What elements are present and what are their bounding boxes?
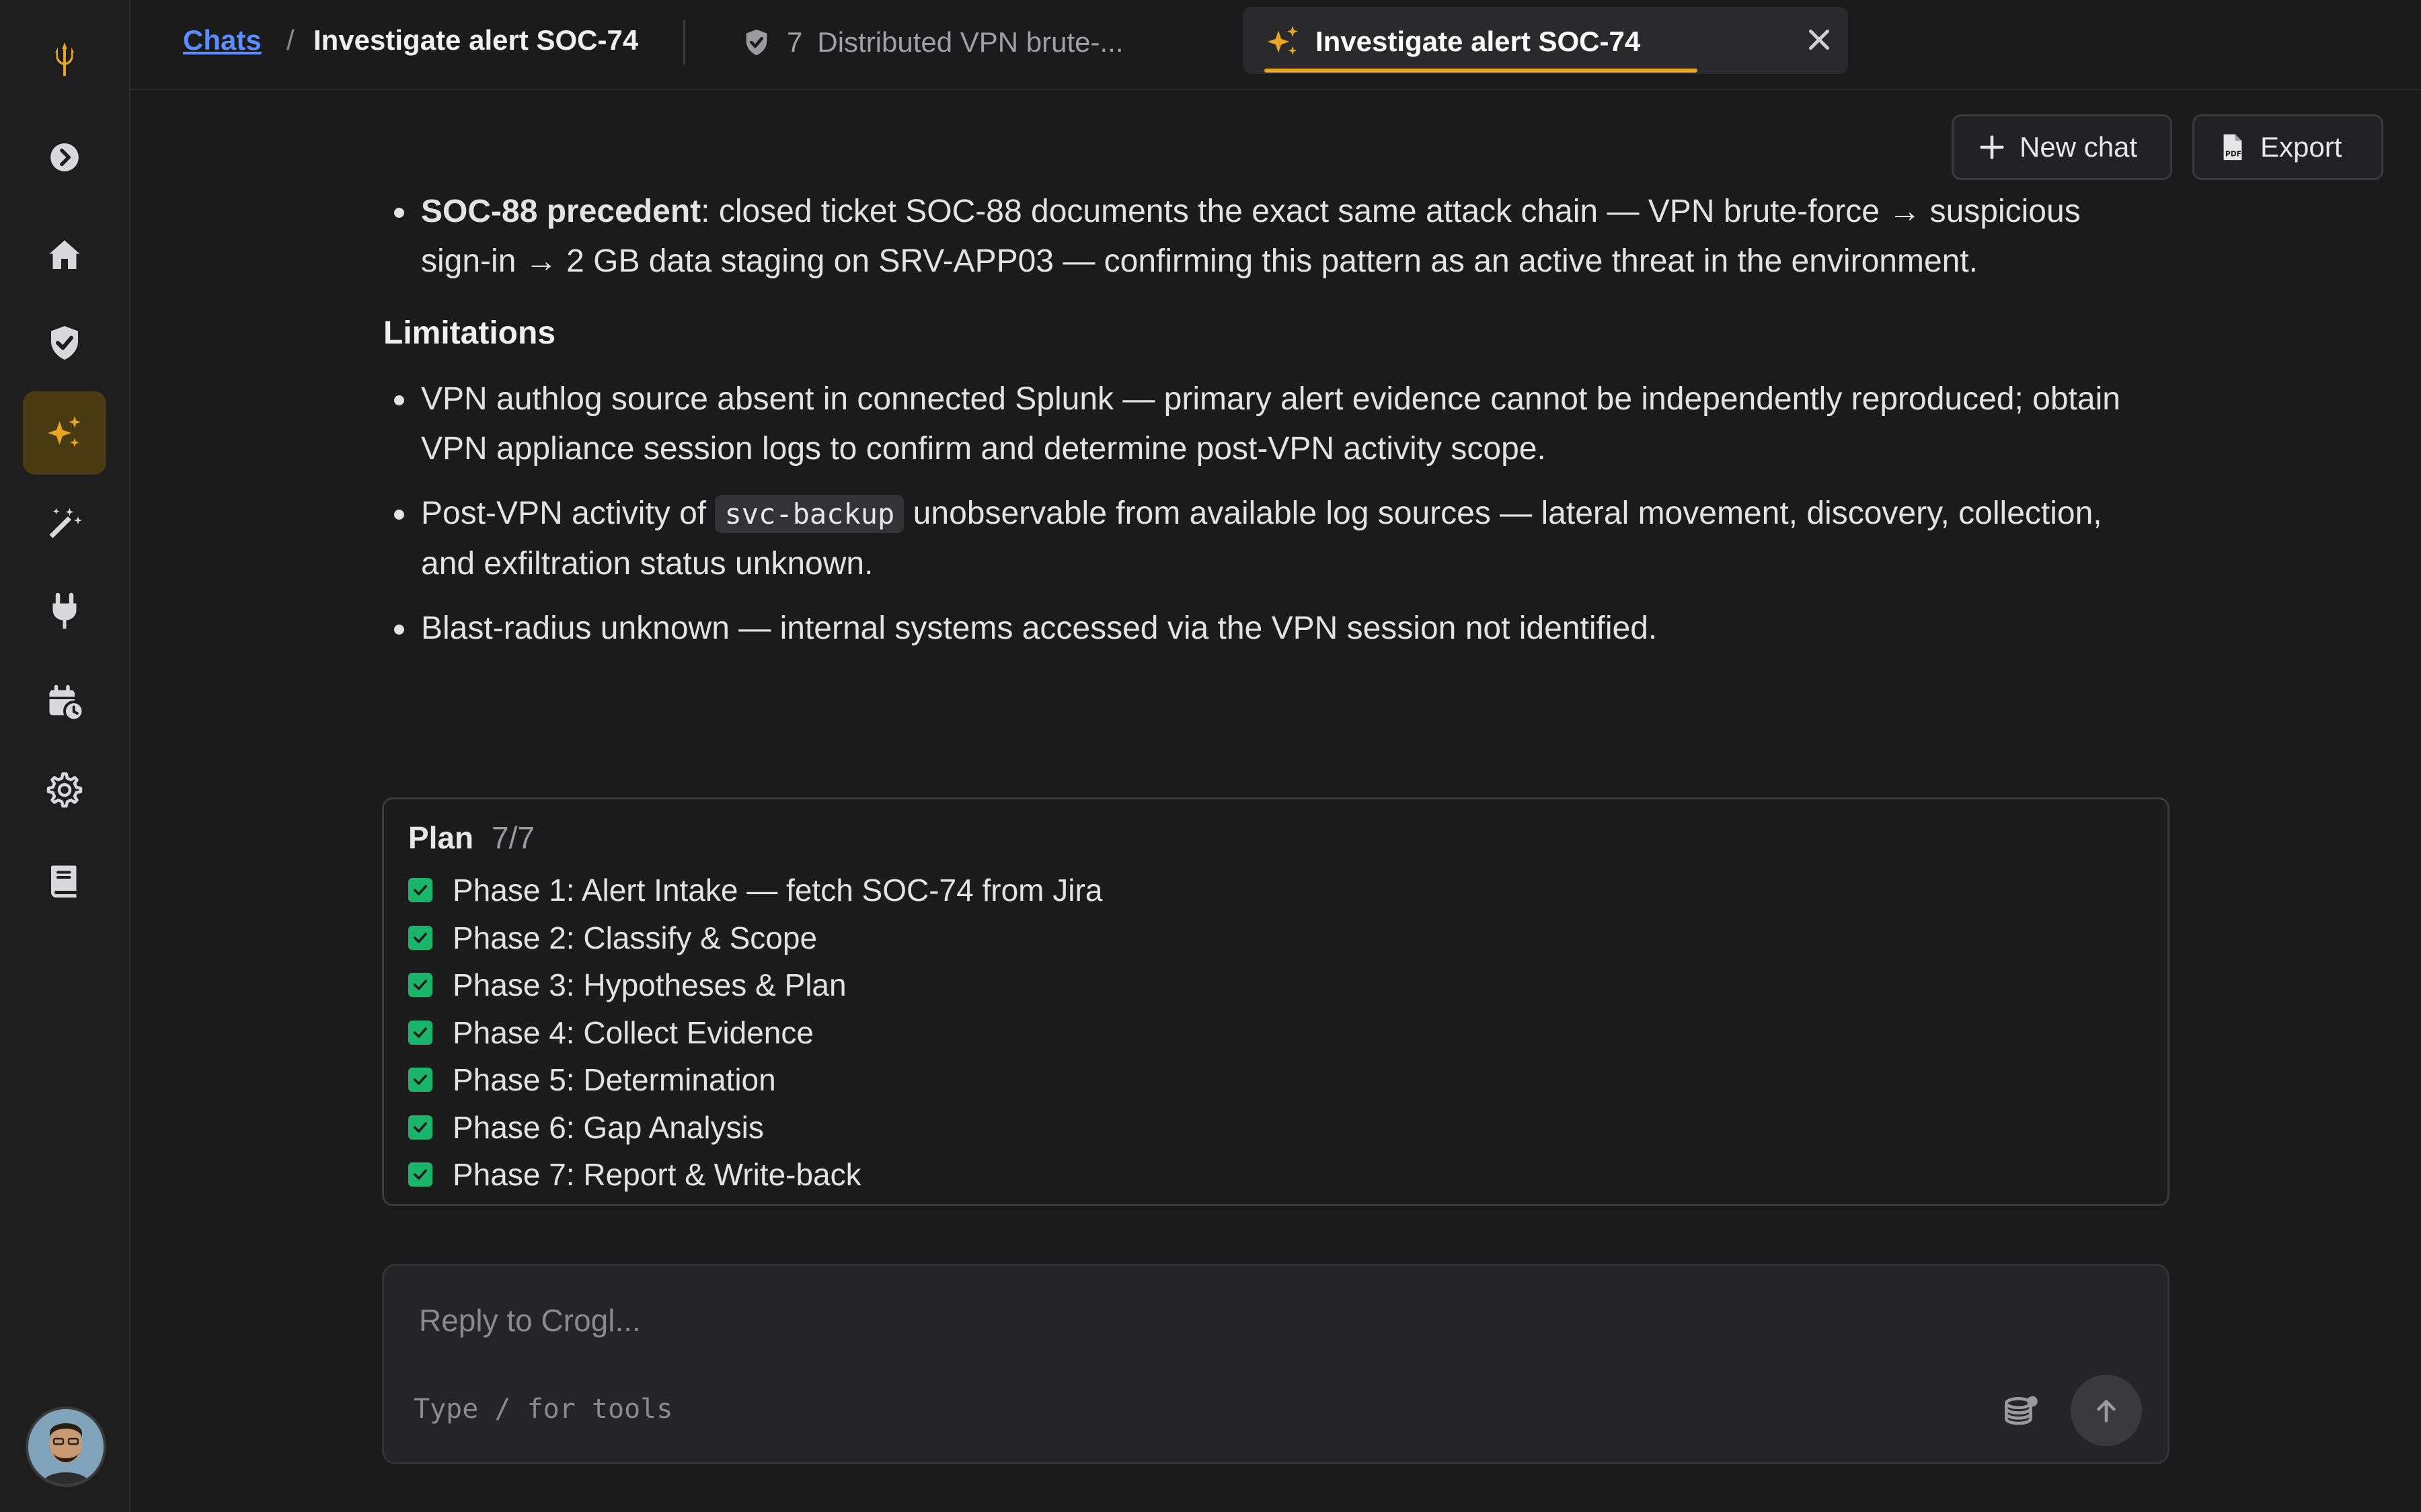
gear-icon xyxy=(46,772,83,808)
magic-wand-icon xyxy=(49,508,82,539)
bullet-bold-term: SOC-88 precedent xyxy=(421,194,701,229)
tab-investigate-active[interactable]: Investigate alert SOC-74 xyxy=(1243,7,1848,74)
export-label: Export xyxy=(2260,131,2342,163)
breadcrumb-chats-link[interactable]: Chats xyxy=(183,24,262,56)
tab-alert-label: Distributed VPN brute-... xyxy=(817,26,1124,58)
arrow-up-icon xyxy=(2097,1400,2116,1423)
checkbox-checked-icon[interactable] xyxy=(408,1068,432,1092)
sidebar-item-home[interactable] xyxy=(23,214,106,297)
sparkles-icon xyxy=(48,416,81,447)
active-tab-indicator xyxy=(1264,69,1697,73)
reply-input[interactable] xyxy=(418,1293,1900,1348)
message-content: SOC-88 precedent: closed ticket SOC-88 d… xyxy=(383,182,2159,653)
section-heading: Limitations xyxy=(383,315,556,351)
plan-item-label: Phase 7: Report & Write-back xyxy=(453,1157,861,1193)
svg-text:PDF: PDF xyxy=(2225,149,2241,158)
new-chat-button[interactable]: New chat xyxy=(1952,114,2172,180)
tab-investigate-label: Investigate alert SOC-74 xyxy=(1315,26,1641,57)
plan-item-label: Phase 6: Gap Analysis xyxy=(453,1109,764,1145)
top-bar: Chats / Investigate alert SOC-74 7 Distr… xyxy=(130,0,2421,90)
chevron-right-circle-icon xyxy=(50,143,79,171)
checkbox-checked-icon[interactable] xyxy=(408,925,432,950)
plus-icon xyxy=(1980,135,2004,159)
plan-item: Phase 4: Collect Evidence xyxy=(408,1009,1102,1057)
list-item: SOC-88 precedent: closed ticket SOC-88 d… xyxy=(383,187,2159,286)
checkbox-checked-icon[interactable] xyxy=(408,1162,432,1187)
sidebar-item-schedule[interactable] xyxy=(23,660,106,744)
sidebar-item-security[interactable] xyxy=(23,301,106,385)
home-icon xyxy=(49,240,80,269)
checkbox-checked-icon[interactable] xyxy=(408,973,432,998)
plan-item-label: Phase 3: Hypotheses & Plan xyxy=(453,967,847,1003)
user-avatar-icon xyxy=(28,1409,104,1484)
trident-logo-icon xyxy=(55,42,74,76)
list-item: Post-VPN activity of svc-backup unobserv… xyxy=(383,489,2159,589)
plan-panel: Plan 7/7 Phase 1: Alert Intake — fetch S… xyxy=(382,797,2169,1206)
breadcrumb-current: Investigate alert SOC-74 xyxy=(313,24,639,56)
plan-item-label: Phase 2: Classify & Scope xyxy=(453,920,818,955)
tools-hint: Type / for tools xyxy=(414,1394,673,1425)
shield-check-icon xyxy=(746,29,767,56)
sidebar-expand[interactable] xyxy=(23,116,106,199)
sparkles-icon xyxy=(1267,26,1299,55)
checkbox-checked-icon[interactable] xyxy=(408,878,432,903)
new-chat-label: New chat xyxy=(2020,131,2138,163)
app-logo[interactable] xyxy=(23,17,106,101)
close-icon[interactable] xyxy=(1802,23,1836,56)
plan-title: Plan xyxy=(408,820,474,855)
breadcrumb-separator: / xyxy=(286,24,295,56)
plan-progress: 7/7 xyxy=(492,820,535,855)
plan-item: Phase 2: Classify & Scope xyxy=(408,914,1102,962)
tab-alert[interactable]: 7 Distributed VPN brute-... xyxy=(741,19,1124,66)
list-item: VPN authlog source absent in connected S… xyxy=(383,374,2159,474)
plan-item: Phase 1: Alert Intake — fetch SOC-74 fro… xyxy=(408,867,1102,914)
plan-item-label: Phase 1: Alert Intake — fetch SOC-74 fro… xyxy=(453,873,1103,908)
bullet-text: Post-VPN activity of xyxy=(421,495,716,531)
sidebar-item-settings[interactable] xyxy=(23,749,106,832)
checkbox-checked-icon[interactable] xyxy=(408,1020,432,1045)
divider xyxy=(683,20,685,65)
list-item: Blast-radius unknown — internal systems … xyxy=(383,604,2159,653)
avatar[interactable] xyxy=(26,1406,106,1487)
send-button[interactable] xyxy=(2071,1375,2142,1446)
sidebar xyxy=(0,0,130,1512)
reply-composer: Type / for tools xyxy=(382,1264,2169,1464)
calendar-clock-icon xyxy=(49,684,85,722)
tab-alert-count: 7 xyxy=(787,26,803,58)
plan-item: Phase 3: Hypotheses & Plan xyxy=(408,961,1102,1009)
plan-item-label: Phase 5: Determination xyxy=(453,1062,776,1098)
checkbox-checked-icon[interactable] xyxy=(408,1115,432,1140)
plug-icon xyxy=(52,592,77,629)
plan-item: Phase 7: Report & Write-back xyxy=(408,1151,1102,1199)
shield-check-icon xyxy=(51,326,78,360)
plan-item: Phase 5: Determination xyxy=(408,1056,1102,1104)
sidebar-item-ai-chat[interactable] xyxy=(23,391,106,475)
inline-code: svc-backup xyxy=(715,495,905,533)
sidebar-item-magic[interactable] xyxy=(23,481,106,565)
book-icon xyxy=(51,865,77,898)
pdf-file-icon: PDF xyxy=(2223,134,2242,161)
plan-list: Phase 1: Alert Intake — fetch SOC-74 fro… xyxy=(408,867,1102,1199)
sidebar-item-docs[interactable] xyxy=(23,839,106,922)
coins-icon[interactable] xyxy=(1999,1391,2041,1433)
plan-item: Phase 6: Gap Analysis xyxy=(408,1104,1102,1152)
plan-item-label: Phase 4: Collect Evidence xyxy=(453,1014,814,1050)
sidebar-item-integrations[interactable] xyxy=(23,570,106,653)
export-button[interactable]: PDF Export xyxy=(2192,114,2383,180)
